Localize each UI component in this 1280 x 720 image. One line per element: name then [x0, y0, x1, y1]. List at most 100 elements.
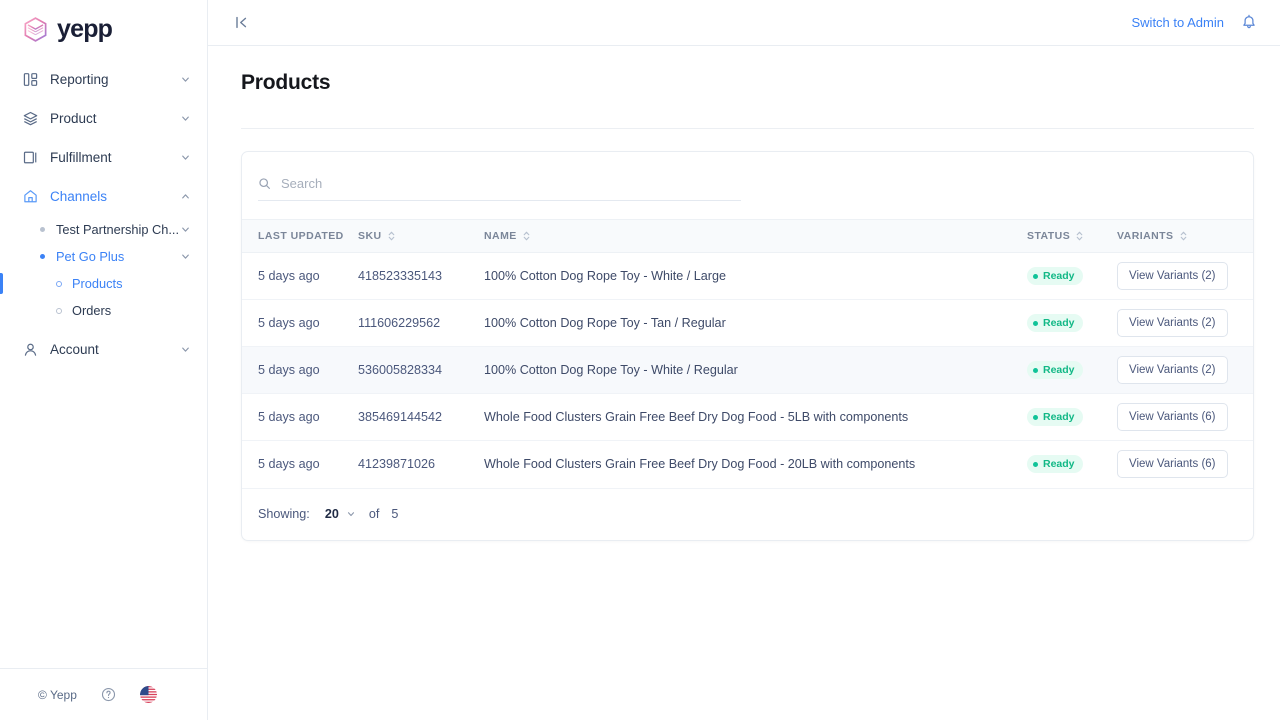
copyright-text: © Yepp: [38, 687, 77, 702]
view-variants-button[interactable]: View Variants (6): [1117, 450, 1228, 479]
sidebar-item-fulfillment[interactable]: Fulfillment: [0, 138, 207, 177]
cell-last-updated: 5 days ago: [258, 316, 320, 330]
bullet-ring-icon: [56, 307, 62, 314]
status-label: Ready: [1043, 458, 1075, 471]
cell-sku: 385469144542: [358, 410, 443, 424]
chevron-down-icon[interactable]: [180, 224, 191, 235]
notification-bell-icon[interactable]: [1241, 14, 1258, 31]
cell-last-updated: 5 days ago: [258, 363, 320, 377]
page-size-value: 20: [324, 507, 339, 521]
status-badge: Ready: [1027, 267, 1083, 285]
products-card: Last Updated SKU: [241, 151, 1254, 541]
sidebar-nav: Reporting Product Fulfillment Channels T…: [0, 60, 207, 369]
status-badge: Ready: [1027, 361, 1083, 379]
search-field[interactable]: [258, 176, 741, 201]
sort-icon[interactable]: [387, 230, 396, 242]
status-dot-icon: [1033, 461, 1038, 467]
sidebar-item-products[interactable]: Products: [0, 270, 207, 297]
user-icon: [22, 342, 38, 358]
sidebar-item-channels[interactable]: Channels: [0, 177, 207, 216]
sidebar-item-account[interactable]: Account: [0, 330, 207, 369]
table-row[interactable]: 5 days ago 418523335143 100% Cotton Dog …: [242, 253, 1253, 300]
sidebar-item-orders[interactable]: Orders: [0, 297, 207, 324]
table-row[interactable]: 5 days ago 536005828334 100% Cotton Dog …: [242, 346, 1253, 394]
search-icon: [258, 177, 271, 190]
cell-name: 100% Cotton Dog Rope Toy - Tan / Regular: [484, 316, 726, 330]
chevron-down-icon[interactable]: [180, 74, 191, 85]
cell-name: Whole Food Clusters Grain Free Beef Dry …: [484, 457, 916, 472]
cell-variants: View Variants (2): [1117, 253, 1253, 300]
page-size-select[interactable]: 20: [325, 507, 356, 521]
cell-last-updated: 5 days ago: [258, 269, 320, 283]
view-variants-button[interactable]: View Variants (2): [1117, 262, 1228, 290]
search-input[interactable]: [281, 176, 741, 191]
column-label: Variants: [1117, 230, 1174, 242]
table-row[interactable]: 5 days ago 385469144542 Whole Food Clust…: [242, 394, 1253, 441]
sidebar-item-label: Fulfillment: [50, 150, 112, 165]
sidebar-item-pet-go-plus[interactable]: Pet Go Plus: [0, 243, 207, 270]
column-label: SKU: [358, 230, 382, 242]
hex-cube-logo-icon: [22, 16, 49, 43]
content-area: Products Search LAST UPDATED SKU NAME ST…: [208, 46, 1280, 541]
chevron-down-icon[interactable]: [180, 113, 191, 124]
table-row[interactable]: 5 days ago 41239871026 Whole Food Cluste…: [242, 441, 1253, 488]
sidebar-item-product[interactable]: Product: [0, 99, 207, 138]
sidebar-item-label: Product: [50, 111, 97, 126]
chevron-up-icon[interactable]: [180, 191, 191, 202]
chevron-down-icon: [346, 509, 356, 519]
sidebar-subitem-label: Orders: [72, 303, 112, 318]
sort-icon[interactable]: [1179, 230, 1188, 242]
layers-icon: [22, 111, 38, 127]
column-header-name[interactable]: Name: [484, 220, 1027, 253]
sidebar-item-test-partnership-channel[interactable]: Test Partnership Ch...: [0, 216, 207, 243]
status-label: Ready: [1043, 364, 1075, 376]
column-header-status[interactable]: Status: [1027, 220, 1117, 253]
switch-to-admin-link[interactable]: Switch to Admin: [1132, 15, 1225, 30]
cell-variants: View Variants (2): [1117, 300, 1253, 347]
chevron-down-icon[interactable]: [180, 251, 191, 262]
status-dot-icon: [1033, 320, 1038, 326]
status-badge: Ready: [1027, 408, 1083, 426]
status-dot-icon: [1033, 367, 1038, 373]
table-row[interactable]: 5 days ago 111606229562 100% Cotton Dog …: [242, 300, 1253, 347]
bullet-ring-icon: [56, 280, 62, 287]
sidebar-footer: © Yepp: [0, 668, 207, 720]
status-label: Ready: [1043, 411, 1075, 423]
of-label: of: [368, 507, 380, 521]
total-count: 5: [391, 507, 399, 521]
sort-icon[interactable]: [1075, 230, 1084, 242]
status-label: Ready: [1043, 317, 1075, 329]
cell-name: 100% Cotton Dog Rope Toy - White / Regul…: [484, 363, 738, 377]
help-circle-icon[interactable]: [101, 687, 116, 702]
view-variants-button[interactable]: View Variants (6): [1117, 403, 1228, 431]
cell-variants: View Variants (6): [1117, 394, 1253, 441]
view-variants-button[interactable]: View Variants (2): [1117, 356, 1228, 384]
status-badge: Ready: [1027, 455, 1083, 474]
cell-variants: View Variants (2): [1117, 347, 1253, 394]
column-label: Status: [1027, 230, 1071, 242]
chevron-down-icon[interactable]: [180, 344, 191, 355]
collapse-sidebar-icon[interactable]: [234, 14, 252, 32]
cell-sku: 418523335143: [358, 269, 443, 283]
column-header-variants[interactable]: Variants: [1117, 220, 1253, 253]
sidebar-item-label: Account: [50, 342, 99, 357]
view-variants-button[interactable]: View Variants (2): [1117, 309, 1228, 337]
cell-status: Ready: [1027, 394, 1117, 441]
status-dot-icon: [1033, 273, 1038, 279]
chevron-down-icon[interactable]: [180, 152, 191, 163]
column-header-sku[interactable]: SKU: [358, 220, 484, 253]
cell-status: Ready: [1027, 347, 1117, 394]
sidebar-subitem-label: Test Partnership Ch...: [56, 222, 180, 237]
column-header-last-updated[interactable]: Last Updated: [242, 220, 358, 253]
sidebar: yepp Reporting Product Fulfillment Chann…: [0, 0, 208, 720]
status-label: Ready: [1043, 270, 1075, 282]
sidebar-item-reporting[interactable]: Reporting: [0, 60, 207, 99]
sidebar-subitem-label: Pet Go Plus: [56, 249, 125, 264]
sort-icon[interactable]: [522, 230, 531, 242]
sidebar-item-label: Channels: [50, 189, 108, 204]
title-divider: [241, 128, 1254, 129]
products-table: Last Updated SKU: [242, 219, 1253, 488]
dashboard-icon: [22, 72, 38, 88]
us-flag-icon[interactable]: [139, 686, 157, 703]
brand-logo[interactable]: yepp: [0, 0, 207, 46]
